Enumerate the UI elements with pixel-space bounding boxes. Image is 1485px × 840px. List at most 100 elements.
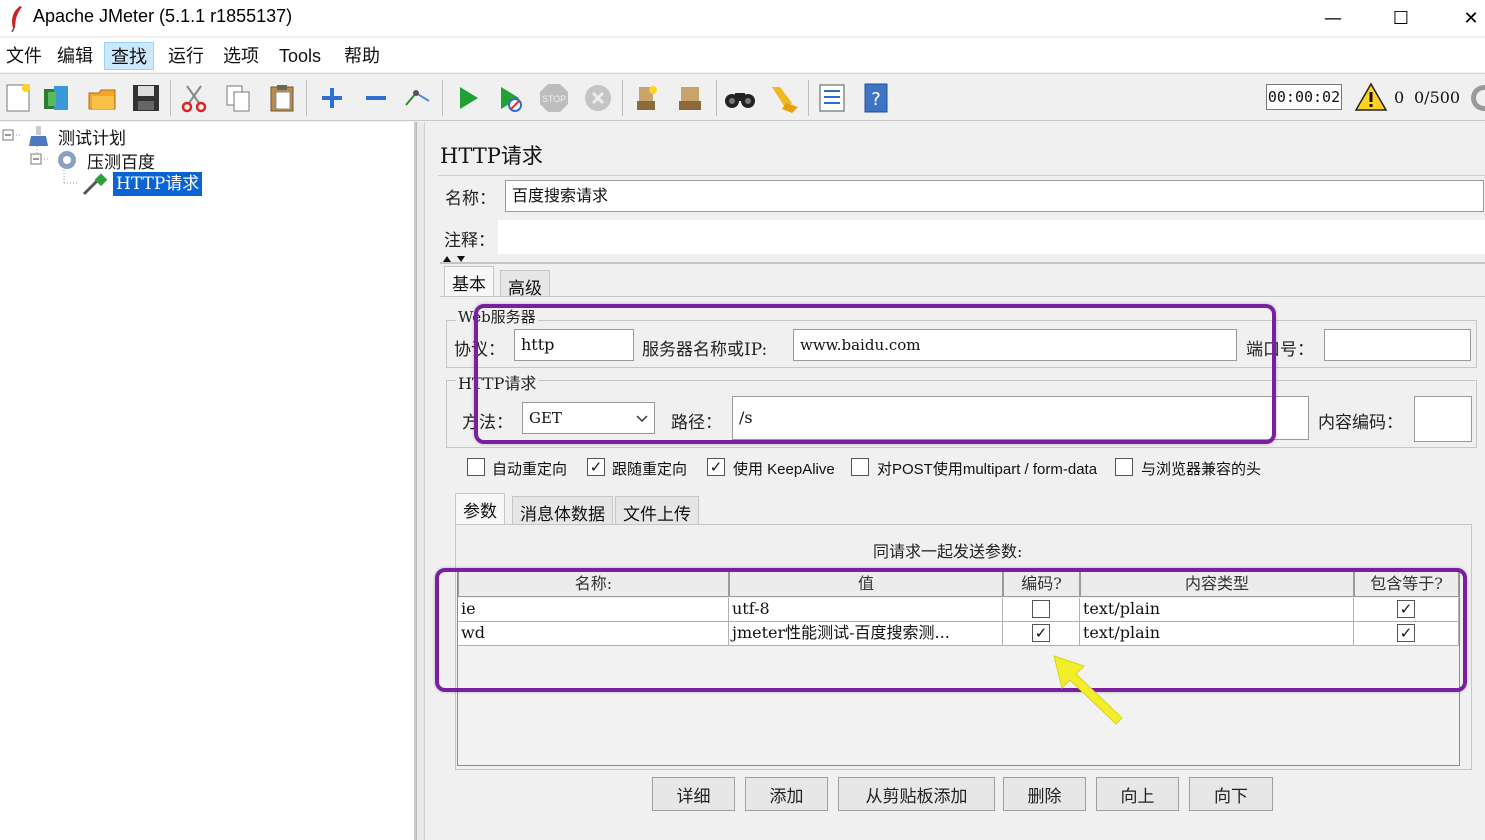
param-name-cell[interactable]: ie [458,598,729,622]
split-pane-divider[interactable] [416,122,424,840]
param-content-type-cell[interactable]: text/plain [1080,622,1354,646]
help-icon[interactable]: ? [858,80,894,116]
column-header-value[interactable]: 值 [729,571,1003,597]
menu-help[interactable]: 帮助 [338,42,386,70]
templates-icon[interactable] [40,80,76,116]
protocol-label: 协议： [454,340,505,360]
include-equals-checkbox[interactable]: ✓ [1397,600,1415,618]
param-name-cell[interactable]: wd [458,622,729,646]
menu-options[interactable]: 选项 [217,42,265,70]
delete-button[interactable]: 删除 [1003,777,1086,811]
encode-checkbox[interactable] [1032,600,1050,618]
param-content-type-cell[interactable]: text/plain [1080,598,1354,622]
tab-body-data[interactable]: 消息体数据 [512,496,613,525]
reset-search-icon[interactable] [766,80,802,116]
move-up-button[interactable]: 向上 [1096,777,1179,811]
search-icon[interactable] [722,80,758,116]
save-icon[interactable] [128,80,164,116]
move-down-button[interactable]: 向下 [1189,777,1273,811]
window-title: Apache JMeter (5.1.1 r1855137) [33,6,293,26]
add-button[interactable]: 添加 [745,777,828,811]
param-encode-cell[interactable] [1003,598,1080,622]
name-field[interactable]: 百度搜索请求 [505,180,1484,212]
menu-file[interactable]: 文件 [0,42,48,70]
toggle-icon[interactable] [400,80,436,116]
http-request-group-title: HTTP请求 [456,370,539,394]
clear-icon[interactable] [628,80,664,116]
shutdown-icon[interactable] [580,80,616,116]
menu-search[interactable]: 查找 [104,42,154,70]
param-include-equals-cell[interactable]: ✓ [1354,598,1459,622]
chevron-down-icon [636,415,648,423]
column-header-encode[interactable]: 编码? [1003,571,1080,597]
tab-basic[interactable]: 基本 [444,266,494,296]
server-label: 服务器名称或IP: [642,340,768,360]
auto-redirect-label: 自动重定向 [492,461,568,478]
param-value-cell[interactable]: utf-8 [729,598,1003,622]
menu-tools[interactable]: Tools [273,42,327,70]
method-value: GET [529,409,562,427]
thread-group-icon [58,151,76,169]
web-server-group-title: Web服务器 [456,306,538,327]
stop-icon[interactable]: STOP [536,80,572,116]
close-button[interactable]: ✕ [1448,0,1485,36]
minimize-button[interactable]: — [1310,0,1356,36]
cut-icon[interactable] [176,80,212,116]
start-no-pause-icon[interactable] [492,80,528,116]
content-encoding-field[interactable] [1414,396,1472,442]
comment-label: 注释： [444,231,495,251]
add-from-clipboard-button[interactable]: 从剪贴板添加 [838,777,995,811]
detail-button[interactable]: 详细 [652,777,735,811]
comment-field[interactable] [498,220,1485,254]
tab-file-upload[interactable]: 文件上传 [615,496,699,525]
maximize-button[interactable]: ☐ [1378,0,1424,36]
tab-parameters[interactable]: 参数 [455,493,505,525]
port-label: 端口号： [1246,340,1314,360]
port-field[interactable] [1324,329,1471,361]
new-icon[interactable] [0,80,36,116]
open-icon[interactable] [84,80,120,116]
column-header-include-equals[interactable]: 包含等于? [1354,571,1459,597]
warning-icon[interactable] [1354,82,1388,112]
protocol-field[interactable]: http [514,329,634,361]
column-header-content-type[interactable]: 内容类型 [1080,571,1354,597]
collapse-arrows-icon[interactable] [441,254,471,262]
param-encode-cell[interactable]: ✓ [1003,622,1080,646]
param-value-cell[interactable]: jmeter性能测试-百度搜索测... [729,622,1003,646]
server-field[interactable]: www.baidu.com [793,329,1237,361]
menu-run[interactable]: 运行 [162,42,210,70]
jmeter-feather-icon [11,6,22,32]
follow-redirect-checkbox[interactable]: ✓ [587,458,605,476]
follow-redirect-label: 跟随重定向 [612,461,688,478]
expand-icon[interactable] [314,80,350,116]
include-equals-checkbox[interactable]: ✓ [1397,624,1415,642]
multipart-checkbox[interactable] [851,458,869,476]
menu-edit[interactable]: 编辑 [51,42,99,70]
svg-text:STOP: STOP [542,94,566,104]
svg-text:?: ? [871,89,881,110]
path-field[interactable]: /s [732,396,1309,440]
tab-advanced[interactable]: 高级 [500,270,550,299]
collapse-icon[interactable] [358,80,394,116]
column-header-name[interactable]: 名称: [458,571,729,597]
menu-bar: 文件 编辑 查找 运行 选项 Tools 帮助 [0,38,1485,72]
sampler-pipette-icon [82,173,108,196]
thread-count: 0/500 [1414,88,1461,107]
copy-icon[interactable] [220,80,256,116]
tree-item-thread-group[interactable]: 压测百度 [87,148,155,173]
keepalive-checkbox[interactable]: ✓ [707,458,725,476]
tree-item-http-request[interactable]: HTTP请求 [113,172,203,196]
method-select[interactable]: GET [522,402,655,434]
auto-redirect-checkbox[interactable] [467,458,485,476]
content-encoding-label: 内容编码： [1318,413,1403,433]
tree-item-test-plan[interactable]: 测试计划 [58,124,126,149]
test-plan-tree: 测试计划 压测百度 HTTP请求 [0,122,416,840]
browser-headers-checkbox[interactable] [1115,458,1133,476]
param-include-equals-cell[interactable]: ✓ [1354,622,1459,646]
function-helper-icon[interactable] [814,80,850,116]
method-label: 方法： [462,413,513,433]
start-icon[interactable] [450,80,486,116]
clear-all-icon[interactable] [672,80,708,116]
encode-checkbox[interactable]: ✓ [1032,624,1050,642]
paste-icon[interactable] [264,80,300,116]
